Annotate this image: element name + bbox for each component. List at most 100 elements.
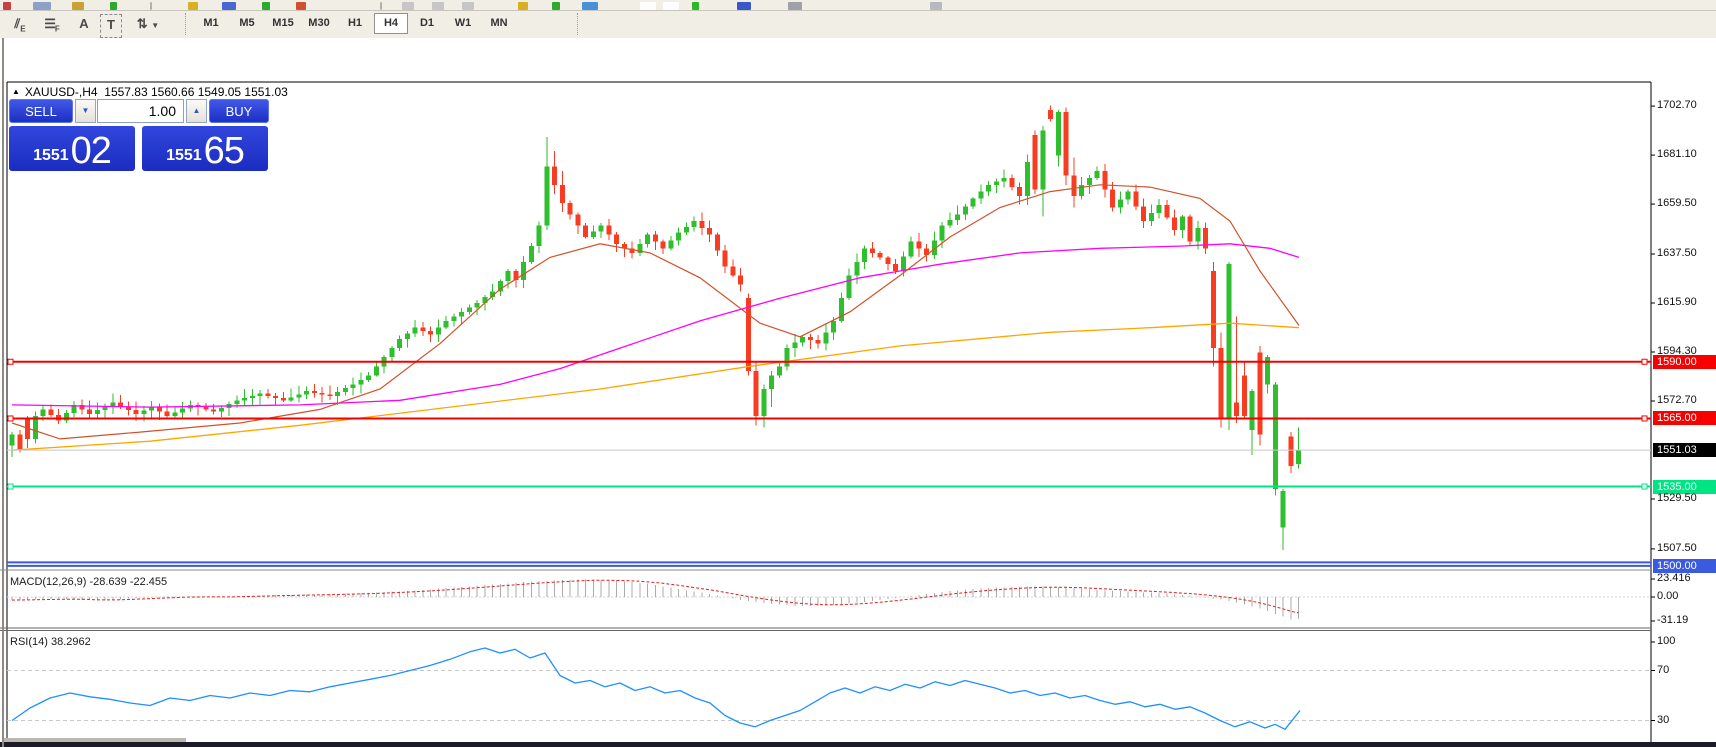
text-icon[interactable]: A bbox=[72, 13, 96, 35]
candle-body bbox=[1242, 375, 1247, 416]
candle bbox=[552, 151, 557, 194]
candle bbox=[924, 244, 929, 261]
chart-window[interactable]: ▲XAUUSD-,H4 1557.83 1560.66 1549.05 1551… bbox=[0, 38, 1716, 747]
timeframe-button-h1[interactable]: H1 bbox=[338, 13, 372, 34]
candle bbox=[366, 372, 371, 382]
volume-input[interactable] bbox=[97, 99, 184, 123]
candle bbox=[87, 401, 92, 419]
candle bbox=[48, 405, 53, 418]
candle bbox=[1009, 175, 1014, 191]
toolbar-main: ⫽E ☰F AT ⇅ ▼ M1M5M15M30H1H4D1W1MN bbox=[0, 11, 1716, 39]
timeframe-button-d1[interactable]: D1 bbox=[410, 13, 444, 34]
candle bbox=[785, 345, 790, 371]
candle-body bbox=[901, 256, 906, 271]
candle bbox=[1180, 215, 1185, 238]
equidistant-channel-icon[interactable]: ⫽E bbox=[8, 13, 32, 35]
candle-body bbox=[48, 409, 53, 415]
timeframe-button-m1[interactable]: M1 bbox=[194, 13, 228, 34]
support-1535-anchor[interactable] bbox=[1642, 484, 1647, 489]
candle-body bbox=[134, 410, 139, 414]
resistance-1565-anchor[interactable] bbox=[8, 416, 13, 421]
timeframe-button-mn[interactable]: MN bbox=[482, 13, 516, 34]
candle-body bbox=[754, 371, 759, 416]
macd-histogram bbox=[12, 579, 1299, 619]
volume-up-button[interactable]: ▲ bbox=[186, 99, 207, 123]
candle bbox=[258, 390, 263, 404]
candle bbox=[467, 305, 472, 315]
toolbar-separator bbox=[185, 13, 186, 35]
candle-body bbox=[475, 303, 480, 308]
candle-body bbox=[1141, 206, 1146, 221]
candle-body bbox=[552, 167, 557, 185]
candle-body bbox=[1110, 189, 1115, 207]
ma-fast-line bbox=[12, 185, 1299, 439]
ask-price[interactable]: 1551 65 bbox=[142, 126, 268, 171]
candle bbox=[947, 213, 952, 229]
candle-body bbox=[730, 266, 735, 275]
resistance-1590-anchor[interactable] bbox=[1642, 359, 1647, 364]
candle-body bbox=[560, 185, 565, 203]
timeframe-button-m5[interactable]: M5 bbox=[230, 13, 264, 34]
collapse-icon[interactable]: ▲ bbox=[12, 87, 20, 96]
candle bbox=[521, 256, 526, 288]
candle bbox=[1226, 262, 1231, 430]
volume-down-button[interactable]: ▼ bbox=[75, 99, 96, 123]
candle bbox=[816, 335, 821, 349]
text-label-icon[interactable]: T bbox=[100, 14, 122, 38]
price-tick-label: 1615.90 bbox=[1657, 296, 1715, 308]
candle bbox=[575, 213, 580, 234]
candle-body bbox=[916, 242, 921, 249]
candle-body bbox=[1033, 135, 1038, 189]
timeframe-button-h4[interactable]: H4 bbox=[374, 13, 408, 34]
ma-slow-line bbox=[12, 323, 1299, 450]
candle bbox=[1250, 389, 1255, 455]
candle-body bbox=[862, 248, 867, 262]
clipped-toolbar-icon bbox=[262, 2, 270, 10]
candle-body bbox=[118, 403, 123, 407]
resistance-1565-anchor[interactable] bbox=[1642, 416, 1647, 421]
bid-price[interactable]: 1551 02 bbox=[9, 126, 135, 171]
candle-body bbox=[157, 407, 162, 412]
candle bbox=[320, 387, 325, 403]
candle bbox=[932, 231, 937, 258]
support-1535-anchor[interactable] bbox=[8, 484, 13, 489]
candle bbox=[459, 308, 464, 324]
timeframe-button-m15[interactable]: M15 bbox=[266, 13, 300, 34]
fibonacci-retracement-icon[interactable]: ☰F bbox=[40, 13, 64, 35]
candle-body bbox=[1211, 271, 1216, 348]
buy-button[interactable]: BUY bbox=[209, 99, 269, 123]
candle-body bbox=[1025, 162, 1030, 196]
candle bbox=[1056, 110, 1061, 167]
candle-body bbox=[645, 235, 650, 244]
candle-body bbox=[746, 298, 751, 371]
candle-body bbox=[33, 416, 38, 439]
candle bbox=[823, 324, 828, 350]
candle-body bbox=[219, 408, 224, 412]
candle-body bbox=[676, 232, 681, 240]
candle-body bbox=[544, 167, 549, 226]
timeframe-button-w1[interactable]: W1 bbox=[446, 13, 480, 34]
candle-body bbox=[358, 380, 363, 385]
candle-body bbox=[684, 227, 689, 233]
sell-button[interactable]: SELL bbox=[9, 99, 73, 123]
clipped-toolbar-icon bbox=[737, 2, 751, 10]
resistance-1590-anchor[interactable] bbox=[8, 359, 13, 364]
timeframe-button-m30[interactable]: M30 bbox=[302, 13, 336, 34]
clipped-toolbar-icon bbox=[518, 2, 528, 10]
clipped-toolbar-icon bbox=[640, 2, 656, 10]
candle-body bbox=[707, 228, 712, 235]
candle bbox=[1126, 190, 1131, 205]
candle-body bbox=[413, 328, 418, 334]
arrows-icon[interactable]: ⇅ ▼ bbox=[136, 13, 160, 35]
candle-body bbox=[986, 185, 991, 192]
candle-body bbox=[583, 226, 588, 237]
candle-body bbox=[823, 332, 828, 343]
candle bbox=[955, 205, 960, 225]
candle-body bbox=[591, 231, 596, 237]
candle bbox=[1219, 332, 1224, 427]
candle-body bbox=[95, 410, 100, 414]
candle bbox=[72, 401, 77, 417]
candle-body bbox=[374, 366, 379, 375]
candle bbox=[397, 335, 402, 351]
candle bbox=[475, 300, 480, 315]
